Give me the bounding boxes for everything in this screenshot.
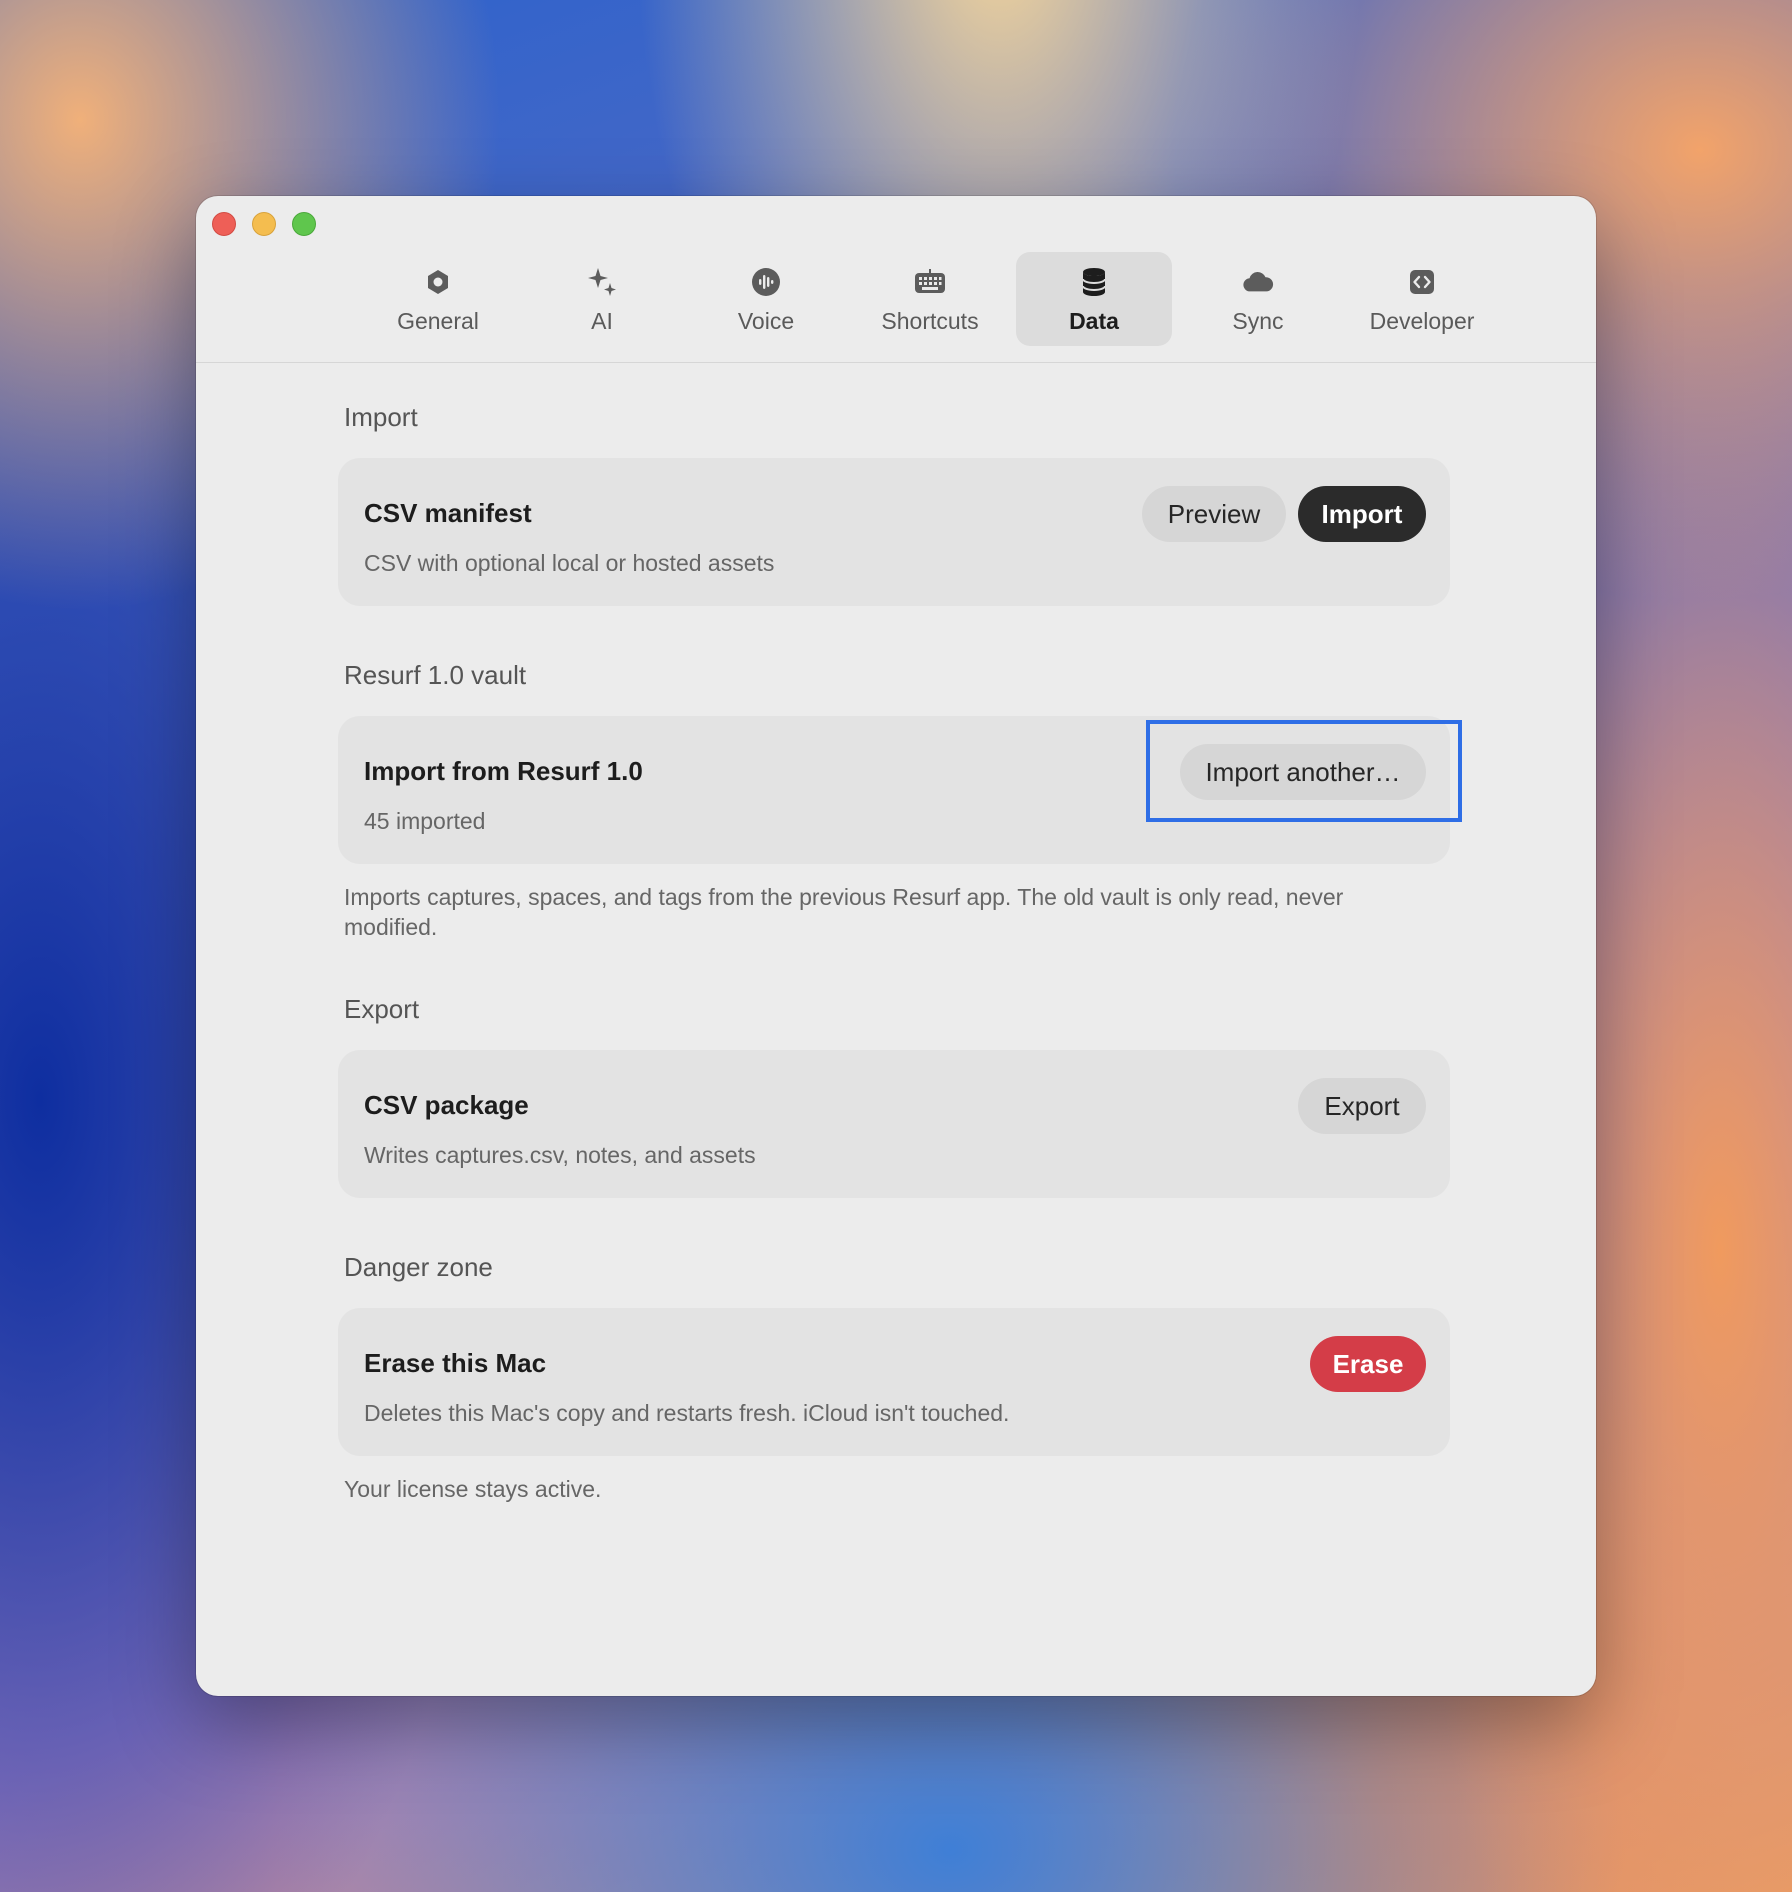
tab-general[interactable]: General <box>360 252 516 346</box>
cloud-icon <box>1242 266 1274 298</box>
tab-label: Sync <box>1232 308 1284 334</box>
settings-window: General AI Voice Shortcuts Data Sync Dev… <box>196 196 1596 1696</box>
vault-note: Imports captures, spaces, and tags from … <box>344 884 1344 940</box>
import-button[interactable]: Import <box>1298 486 1426 542</box>
import-section-title: Import <box>344 402 418 432</box>
export-section-title: Export <box>344 994 420 1024</box>
danger-section-title: Danger zone <box>344 1252 493 1282</box>
imported-count: 45 imported <box>364 808 486 834</box>
erase-mac-card: Erase this Mac Deletes this Mac's copy a… <box>338 1308 1450 1456</box>
csv-manifest-card: CSV manifest CSV with optional local or … <box>338 458 1450 606</box>
erase-mac-title: Erase this Mac <box>364 1348 547 1378</box>
code-icon <box>1406 266 1438 298</box>
export-button[interactable]: Export <box>1298 1078 1426 1134</box>
csv-package-description: Writes captures.csv, notes, and assets <box>364 1142 756 1168</box>
gear-hexagon-icon <box>422 266 454 298</box>
keyboard-icon <box>914 266 946 298</box>
erase-mac-description: Deletes this Mac's copy and restarts fre… <box>364 1400 1010 1426</box>
database-icon <box>1078 266 1110 298</box>
waveform-icon <box>750 266 782 298</box>
preview-button[interactable]: Preview <box>1142 486 1286 542</box>
resurf-import-card: Import from Resurf 1.0 45 imported Impor… <box>338 716 1462 864</box>
erase-button[interactable]: Erase <box>1310 1336 1426 1392</box>
tab-label: Data <box>1069 308 1119 334</box>
tab-bar: General AI Voice Shortcuts Data Sync Dev… <box>360 252 1508 346</box>
tab-developer[interactable]: Developer <box>1344 252 1500 346</box>
csv-manifest-description: CSV with optional local or hosted assets <box>364 550 775 576</box>
tab-label: AI <box>591 308 613 334</box>
tab-ai[interactable]: AI <box>524 252 680 346</box>
tab-label: General <box>397 308 479 334</box>
tab-sync[interactable]: Sync <box>1180 252 1336 346</box>
csv-manifest-title: CSV manifest <box>364 498 532 528</box>
import-another-button[interactable]: Import another… <box>1180 744 1426 800</box>
tab-label: Shortcuts <box>881 308 979 334</box>
tab-shortcuts[interactable]: Shortcuts <box>852 252 1008 346</box>
csv-package-card: CSV package Writes captures.csv, notes, … <box>338 1050 1450 1198</box>
tab-label: Developer <box>1369 308 1475 334</box>
settings-toolbar: General AI Voice Shortcuts Data Sync Dev… <box>196 196 1596 363</box>
tab-label: Voice <box>737 308 795 334</box>
vault-section-title: Resurf 1.0 vault <box>344 660 527 690</box>
resurf-import-title: Import from Resurf 1.0 <box>364 756 643 786</box>
csv-package-title: CSV package <box>364 1090 529 1120</box>
tab-voice[interactable]: Voice <box>688 252 844 346</box>
sparkles-icon <box>586 266 618 298</box>
license-note: Your license stays active. <box>344 1476 602 1502</box>
tab-data[interactable]: Data <box>1016 252 1172 346</box>
